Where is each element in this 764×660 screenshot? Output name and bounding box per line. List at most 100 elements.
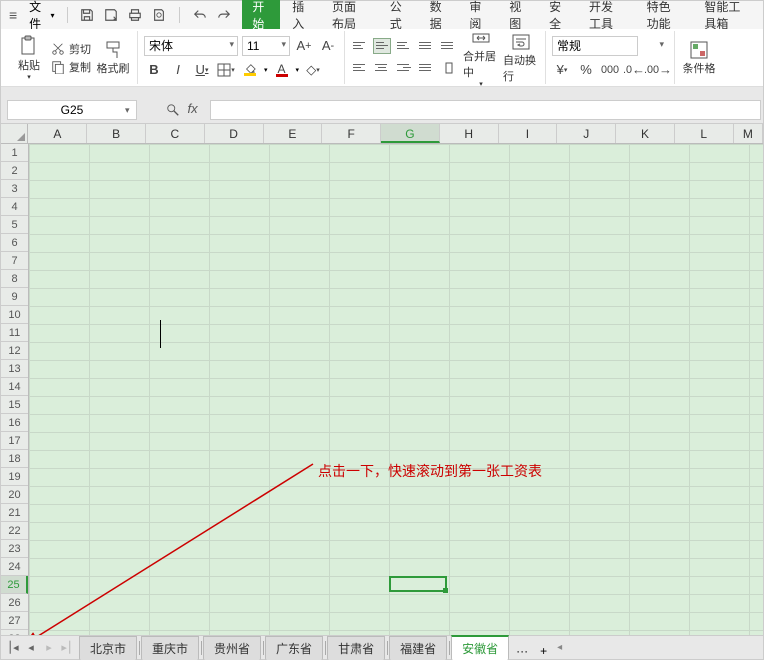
zoom-icon[interactable]	[164, 101, 182, 119]
percent-button[interactable]: %	[576, 60, 596, 80]
fill-color-button[interactable]	[240, 60, 260, 80]
save-as-icon[interactable]	[103, 7, 119, 23]
colhdr-B[interactable]: B	[87, 124, 146, 143]
sheet-tab-chongqing[interactable]: 重庆市	[141, 636, 199, 660]
align-right-button[interactable]	[395, 60, 413, 76]
auto-wrap-button[interactable]: 自动换行	[503, 32, 539, 84]
colhdr-C[interactable]: C	[146, 124, 205, 143]
rowhdr-24[interactable]: 24	[1, 558, 28, 576]
select-all-corner[interactable]	[1, 124, 28, 143]
format-painter-button[interactable]: 格式刷	[95, 40, 131, 76]
rowhdr-11[interactable]: 11	[1, 324, 28, 342]
rowhdr-10[interactable]: 10	[1, 306, 28, 324]
bold-button[interactable]: B	[144, 60, 164, 80]
rowhdr-20[interactable]: 20	[1, 486, 28, 504]
colhdr-F[interactable]: F	[322, 124, 381, 143]
sheet-tab-beijing[interactable]: 北京市	[79, 636, 137, 660]
border-button[interactable]: ▾	[216, 60, 236, 80]
font-family-select[interactable]	[144, 36, 238, 56]
align-center-button[interactable]	[373, 60, 391, 76]
redo-icon[interactable]	[216, 7, 232, 23]
rowhdr-9[interactable]: 9	[1, 288, 28, 306]
fx-icon[interactable]: fx	[188, 101, 198, 119]
rowhdr-7[interactable]: 7	[1, 252, 28, 270]
sheet-tab-anhui[interactable]: 安徽省	[451, 635, 509, 660]
rowhdr-5[interactable]: 5	[1, 216, 28, 234]
colhdr-L[interactable]: L	[675, 124, 734, 143]
distribute-button[interactable]	[417, 60, 435, 76]
rowhdr-12[interactable]: 12	[1, 342, 28, 360]
next-sheet-button[interactable]: ▸	[41, 639, 57, 657]
rowhdr-6[interactable]: 6	[1, 234, 28, 252]
colhdr-E[interactable]: E	[264, 124, 323, 143]
decimal-increase-button[interactable]: .0←	[624, 60, 644, 80]
colhdr-H[interactable]: H	[440, 124, 499, 143]
rowhdr-23[interactable]: 23	[1, 540, 28, 558]
add-sheet-button[interactable]: +	[534, 642, 553, 660]
first-sheet-button[interactable]: ⎮◂	[5, 639, 21, 657]
rowhdr-27[interactable]: 27	[1, 612, 28, 630]
rowhdr-21[interactable]: 21	[1, 504, 28, 522]
copy-button[interactable]: 复制	[51, 59, 91, 75]
colhdr-A[interactable]: A	[28, 124, 87, 143]
undo-icon[interactable]	[192, 7, 208, 23]
hscroll-area[interactable]: ◂	[553, 642, 763, 653]
colhdr-K[interactable]: K	[616, 124, 675, 143]
rowhdr-16[interactable]: 16	[1, 414, 28, 432]
rowhdr-17[interactable]: 17	[1, 432, 28, 450]
save-icon[interactable]	[79, 7, 95, 23]
more-sheets-button[interactable]: ···	[510, 642, 534, 660]
number-format-select[interactable]	[552, 36, 638, 56]
comma-button[interactable]: 000	[600, 60, 620, 80]
orientation-button[interactable]	[439, 58, 459, 78]
indent-decrease-button[interactable]	[417, 38, 435, 54]
cells-area[interactable]: 点击一下，快速滚动到第一张工资表	[29, 144, 763, 635]
sheet-tab-guangdong[interactable]: 广东省	[265, 636, 323, 660]
conditional-format-button[interactable]: 条件格	[681, 40, 717, 76]
rowhdr-15[interactable]: 15	[1, 396, 28, 414]
rowhdr-18[interactable]: 18	[1, 450, 28, 468]
align-top-button[interactable]	[351, 38, 369, 54]
colhdr-J[interactable]: J	[557, 124, 616, 143]
rowhdr-13[interactable]: 13	[1, 360, 28, 378]
sheet-tab-fujian[interactable]: 福建省	[389, 636, 447, 660]
rowhdr-28[interactable]: 28	[1, 630, 28, 635]
paste-button[interactable]: 粘贴▾	[11, 35, 47, 81]
font-size-select[interactable]	[242, 36, 290, 56]
indent-increase-button[interactable]	[439, 38, 457, 54]
rowhdr-8[interactable]: 8	[1, 270, 28, 288]
align-middle-button[interactable]	[373, 38, 391, 54]
rowhdr-26[interactable]: 26	[1, 594, 28, 612]
formula-input[interactable]	[210, 100, 761, 120]
rowhdr-2[interactable]: 2	[1, 162, 28, 180]
print-preview-icon[interactable]	[151, 7, 167, 23]
name-box[interactable]	[7, 100, 137, 120]
sheet-tab-gansu[interactable]: 甘肃省	[327, 636, 385, 660]
last-sheet-button[interactable]: ▸⎮	[59, 639, 75, 657]
rowhdr-1[interactable]: 1	[1, 144, 28, 162]
font-color-button[interactable]: A	[272, 60, 292, 80]
rowhdr-14[interactable]: 14	[1, 378, 28, 396]
font-increase-button[interactable]: A+	[294, 36, 314, 56]
underline-button[interactable]: U▾	[192, 60, 212, 80]
currency-button[interactable]: ¥▾	[552, 60, 572, 80]
rowhdr-4[interactable]: 4	[1, 198, 28, 216]
colhdr-M[interactable]: M	[734, 124, 763, 143]
menu-icon[interactable]: ≡	[5, 7, 21, 23]
merge-center-button[interactable]: 合并居中▾	[463, 28, 499, 88]
rowhdr-19[interactable]: 19	[1, 468, 28, 486]
prev-sheet-button[interactable]: ◂	[23, 639, 39, 657]
align-bottom-button[interactable]	[395, 38, 413, 54]
font-decrease-button[interactable]: A-	[318, 36, 338, 56]
decimal-decrease-button[interactable]: .00→	[648, 60, 668, 80]
rowhdr-22[interactable]: 22	[1, 522, 28, 540]
phonetic-button[interactable]: ◇▾	[303, 60, 323, 80]
align-left-button[interactable]	[351, 60, 369, 76]
rowhdr-25[interactable]: 25	[1, 576, 28, 594]
name-box-dropdown-icon[interactable]: ▾	[125, 105, 130, 116]
cut-button[interactable]: 剪切	[51, 41, 91, 57]
colhdr-I[interactable]: I	[499, 124, 558, 143]
sheet-tab-guizhou[interactable]: 贵州省	[203, 636, 261, 660]
colhdr-G[interactable]: G	[381, 124, 440, 143]
italic-button[interactable]: I	[168, 60, 188, 80]
